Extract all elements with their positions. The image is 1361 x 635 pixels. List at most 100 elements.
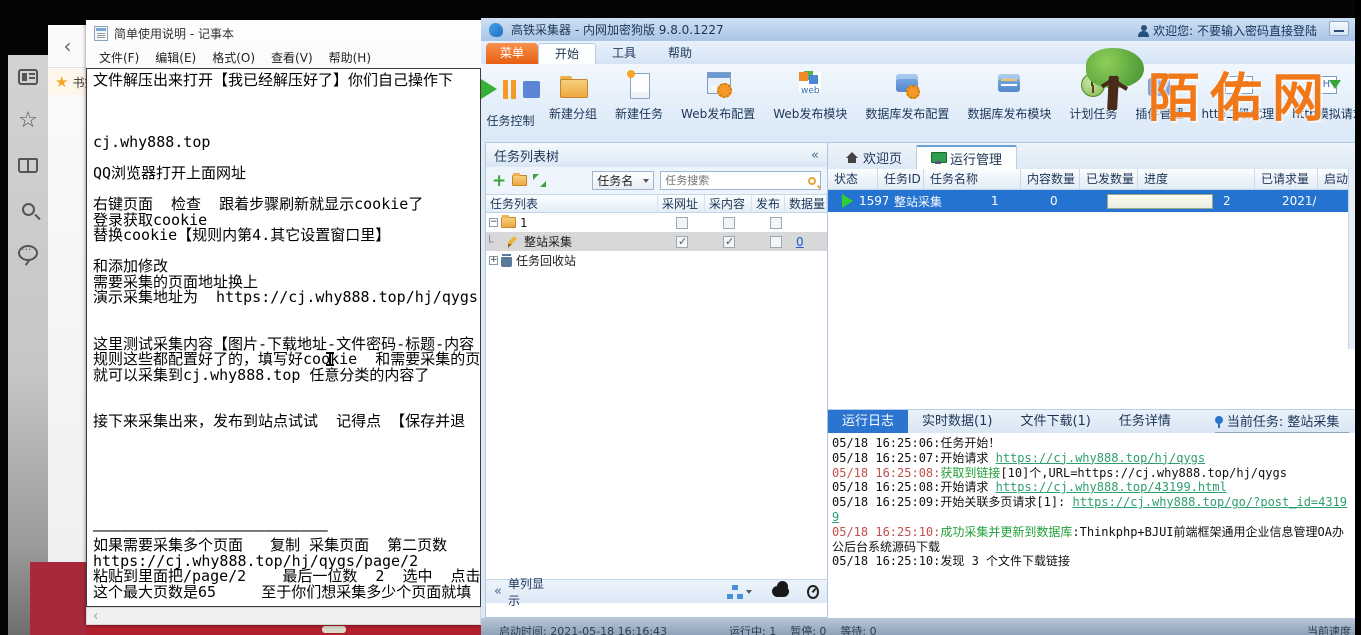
- tab-task-detail[interactable]: 任务详情: [1105, 410, 1185, 434]
- run-column-header[interactable]: 已请求量: [1255, 169, 1318, 189]
- toolbar-button-doc-new[interactable]: 新建任务: [606, 64, 672, 140]
- notepad-menu-item[interactable]: 编辑(E): [148, 47, 203, 68]
- task-search-input[interactable]: [665, 175, 808, 187]
- task-tree-panel: 任务列表树 « + 任务名 任务列表采网址采内容发布数据量 −1└整站采集0+任…: [485, 142, 828, 618]
- expand-node-icon[interactable]: +: [489, 256, 498, 265]
- run-column-header[interactable]: 已发数量: [1080, 169, 1138, 189]
- notepad-titlebar[interactable]: 简单使用说明 - 记事本: [86, 20, 481, 46]
- tree-column-header[interactable]: 数据量: [785, 195, 827, 212]
- checkbox[interactable]: [770, 217, 782, 229]
- data-count-link[interactable]: 0: [796, 235, 804, 249]
- run-column-header[interactable]: 内容数量: [1021, 169, 1080, 189]
- book-icon[interactable]: [8, 143, 48, 187]
- video-progress-bar[interactable]: [87, 625, 481, 635]
- ribbon-tab-help[interactable]: 帮助: [652, 43, 708, 64]
- browser-panel: ‹ ★ 书签: [48, 25, 87, 565]
- main-tab-bar: 欢迎页 运行管理: [828, 143, 1355, 169]
- run-table-row[interactable]: 1597 整站采集 1 0 2 2021/5: [828, 190, 1355, 212]
- tree-column-header[interactable]: 采网址: [658, 195, 705, 212]
- tab-file-download[interactable]: 文件下载(1): [1006, 410, 1104, 434]
- tree-row-recycle[interactable]: +任务回收站: [486, 251, 827, 270]
- notepad-textarea[interactable]: 文件解压出来打开【我已经解压好了】你们自己操作下cj.why888.topQQ浏…: [86, 68, 481, 607]
- notepad-hscrollbar[interactable]: ‹: [86, 607, 481, 625]
- checkbox[interactable]: [676, 217, 688, 229]
- tree-column-header[interactable]: 采内容: [705, 195, 752, 212]
- toolbar-button-web-config[interactable]: Web发布配置: [672, 64, 764, 140]
- back-arrow-icon[interactable]: ‹: [48, 33, 87, 61]
- search-icon[interactable]: [8, 187, 48, 231]
- history-clock-icon[interactable]: [807, 585, 819, 599]
- add-task-icon[interactable]: +: [492, 173, 506, 189]
- bookmark-row[interactable]: ★ 书签: [48, 69, 87, 95]
- new-folder-icon[interactable]: [512, 175, 527, 186]
- web-module-icon: [795, 70, 825, 100]
- tab-run-management[interactable]: 运行管理: [916, 145, 1017, 169]
- run-log-area[interactable]: 05/18 16:25:06:任务开始！05/18 16:25:07:开始请求 …: [828, 433, 1355, 619]
- chat-icon[interactable]: [8, 231, 48, 275]
- current-task-label: 当前任务: 整站采集: [1227, 411, 1340, 430]
- table-scrollbar[interactable]: [1348, 169, 1355, 349]
- notepad-app-icon: [94, 26, 108, 41]
- log-timestamp: 05/18 16:25:08:: [832, 466, 940, 480]
- toolbar-button-http-sim[interactable]: http模拟请求: [1283, 64, 1355, 140]
- log-link[interactable]: https://cj.why888.top/43199.html: [996, 480, 1227, 494]
- cloud-download-icon[interactable]: [772, 586, 789, 597]
- tab-realtime-data[interactable]: 实时数据(1): [908, 410, 1006, 434]
- log-link[interactable]: https://cj.why888.top/hj/qygs: [996, 451, 1206, 465]
- search-magnifier-icon[interactable]: [808, 177, 816, 185]
- log-text: 发现 3 个文件下载链接: [940, 554, 1070, 568]
- pause-icon[interactable]: [503, 80, 517, 99]
- toolbar-button-label: http二级代理: [1201, 105, 1274, 122]
- run-column-header[interactable]: 状态: [828, 169, 878, 189]
- toolbar-button-plugin[interactable]: 插件管理: [1126, 64, 1192, 140]
- tree-column-header[interactable]: 任务列表: [486, 195, 658, 212]
- collapse-panel-icon[interactable]: «: [811, 148, 819, 163]
- minimize-button[interactable]: [1329, 21, 1349, 36]
- favorites-star-icon[interactable]: ☆: [8, 99, 48, 143]
- welcome-area[interactable]: 欢迎您: 不要输入密码直接登陆: [1138, 22, 1317, 39]
- row-start-time: 2021/5: [1276, 194, 1316, 208]
- run-column-header[interactable]: 进度: [1138, 169, 1255, 189]
- checkbox[interactable]: [723, 217, 735, 229]
- play-icon[interactable]: [481, 79, 497, 99]
- notepad-menu-item[interactable]: 文件(F): [92, 47, 146, 68]
- tree-column-header[interactable]: 发布: [752, 195, 785, 212]
- stop-icon[interactable]: [523, 81, 540, 98]
- tree-row-group[interactable]: −1: [486, 213, 827, 232]
- feed-icon[interactable]: [8, 55, 48, 99]
- checkbox[interactable]: [770, 236, 782, 248]
- collapse-node-icon[interactable]: −: [489, 218, 498, 227]
- task-control-label: 任务控制: [486, 112, 534, 129]
- toolbar-button-db-config[interactable]: 数据库发布配置: [856, 64, 958, 140]
- filter-field-select[interactable]: 任务名: [592, 171, 654, 190]
- toolbar-button-schedule[interactable]: 计划任务: [1060, 64, 1126, 140]
- notepad-menu-item[interactable]: 查看(V): [264, 47, 320, 68]
- tab-welcome-label: 欢迎页: [863, 148, 902, 167]
- notepad-menu-item[interactable]: 帮助(H): [322, 47, 378, 68]
- run-column-header[interactable]: 任务ID: [878, 169, 924, 189]
- db-config-icon: [892, 70, 922, 100]
- tree-row-task[interactable]: └整站采集0: [486, 232, 827, 251]
- network-view-icon[interactable]: [726, 585, 740, 599]
- network-caret-icon[interactable]: [746, 590, 752, 594]
- ribbon-tab-tools[interactable]: 工具: [596, 43, 652, 64]
- collapse-bottom-icon[interactable]: «: [494, 584, 502, 599]
- toolbar-button-db-module[interactable]: 数据库发布模块: [958, 64, 1060, 140]
- task-tree-rows: −1└整站采集0+任务回收站: [486, 213, 827, 270]
- video-progress-handle[interactable]: [322, 626, 346, 633]
- run-column-header[interactable]: 任务名称: [924, 169, 1021, 189]
- scroll-left-icon[interactable]: ‹: [93, 609, 98, 624]
- checkbox[interactable]: [676, 236, 688, 248]
- notepad-menu-item[interactable]: 格式(O): [205, 47, 262, 68]
- menu-button[interactable]: 菜单: [486, 43, 538, 64]
- collector-titlebar[interactable]: 高铁采集器 - 内网加密狗版 9.8.0.1227 欢迎您: 不要输入密码直接登…: [481, 18, 1355, 41]
- checkbox[interactable]: [723, 236, 735, 248]
- tab-run-log[interactable]: 运行日志: [828, 410, 908, 434]
- toolbar-button-folder-new[interactable]: 新建分组: [540, 64, 606, 140]
- ribbon-tab-start[interactable]: 开始: [538, 43, 596, 64]
- task-search-box[interactable]: [660, 171, 821, 190]
- tab-welcome[interactable]: 欢迎页: [832, 145, 916, 169]
- toolbar-button-http-proxy[interactable]: http二级代理: [1192, 64, 1283, 140]
- expand-all-icon[interactable]: [533, 174, 546, 187]
- toolbar-button-web-module[interactable]: Web发布模块: [764, 64, 856, 140]
